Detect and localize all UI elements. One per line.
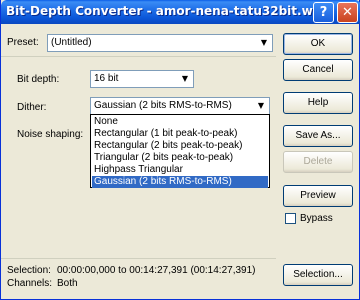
dither-option[interactable]: Triangular (2 bits peak-to-peak) bbox=[92, 152, 268, 164]
dither-option[interactable]: None bbox=[92, 116, 268, 128]
dither-option[interactable]: Rectangular (1 bit peak-to-peak) bbox=[92, 128, 268, 140]
save-as-button[interactable]: Save As... bbox=[283, 125, 353, 147]
preset-label: Preset: bbox=[7, 37, 39, 48]
noise-shaping-label: Noise shaping: bbox=[17, 129, 84, 140]
bit-depth-dropdown[interactable]: 16 bit ▼ bbox=[90, 70, 194, 88]
bypass-label[interactable]: Bypass bbox=[300, 213, 333, 224]
title-bar[interactable]: Bit-Depth Converter - amor-nena-tatu32bi… bbox=[1, 0, 360, 24]
preset-dropdown[interactable]: (Untitled) ▼ bbox=[47, 34, 273, 52]
bit-depth-value: 16 bit bbox=[94, 73, 119, 84]
preview-button[interactable]: Preview bbox=[283, 185, 353, 207]
chevron-down-icon[interactable]: ▼ bbox=[257, 36, 271, 50]
chevron-down-icon[interactable]: ▼ bbox=[178, 72, 192, 86]
dither-value: Gaussian (2 bits RMS-to-RMS) bbox=[94, 100, 232, 111]
dither-option[interactable]: Highpass Triangular bbox=[92, 164, 268, 176]
divider bbox=[1, 258, 276, 259]
dither-options-list: None Rectangular (1 bit peak-to-peak) Re… bbox=[90, 114, 270, 188]
dither-option-selected[interactable]: Gaussian (2 bits RMS-to-RMS) bbox=[92, 176, 268, 188]
dither-option[interactable]: Rectangular (2 bits peak-to-peak) bbox=[92, 140, 268, 152]
selection-label: Selection: bbox=[7, 265, 51, 276]
bit-depth-label: Bit depth: bbox=[17, 74, 60, 85]
help-icon[interactable]: ? bbox=[313, 2, 334, 23]
channels-label: Channels: bbox=[7, 278, 53, 289]
selection-button[interactable]: Selection... bbox=[283, 264, 353, 286]
close-icon[interactable]: ✕ bbox=[337, 2, 358, 23]
window-title: Bit-Depth Converter - amor-nena-tatu32bi… bbox=[6, 4, 329, 18]
cancel-button[interactable]: Cancel bbox=[283, 59, 353, 81]
delete-button[interactable]: Delete bbox=[283, 151, 353, 173]
divider bbox=[1, 56, 276, 57]
selection-range: 00:00:00,000 to 00:14:27,391 (00:14:27,3… bbox=[57, 265, 256, 276]
bypass-checkbox[interactable] bbox=[285, 213, 296, 224]
preset-value: (Untitled) bbox=[51, 37, 92, 48]
bit-depth-converter-dialog: Bit-Depth Converter - amor-nena-tatu32bi… bbox=[0, 0, 360, 300]
dither-dropdown[interactable]: Gaussian (2 bits RMS-to-RMS) ▼ bbox=[90, 97, 270, 115]
channels-value: Both bbox=[57, 278, 78, 289]
help-button[interactable]: Help bbox=[283, 92, 353, 114]
chevron-down-icon[interactable]: ▼ bbox=[254, 99, 268, 113]
dither-label: Dither: bbox=[17, 102, 47, 113]
ok-button[interactable]: OK bbox=[283, 33, 353, 55]
